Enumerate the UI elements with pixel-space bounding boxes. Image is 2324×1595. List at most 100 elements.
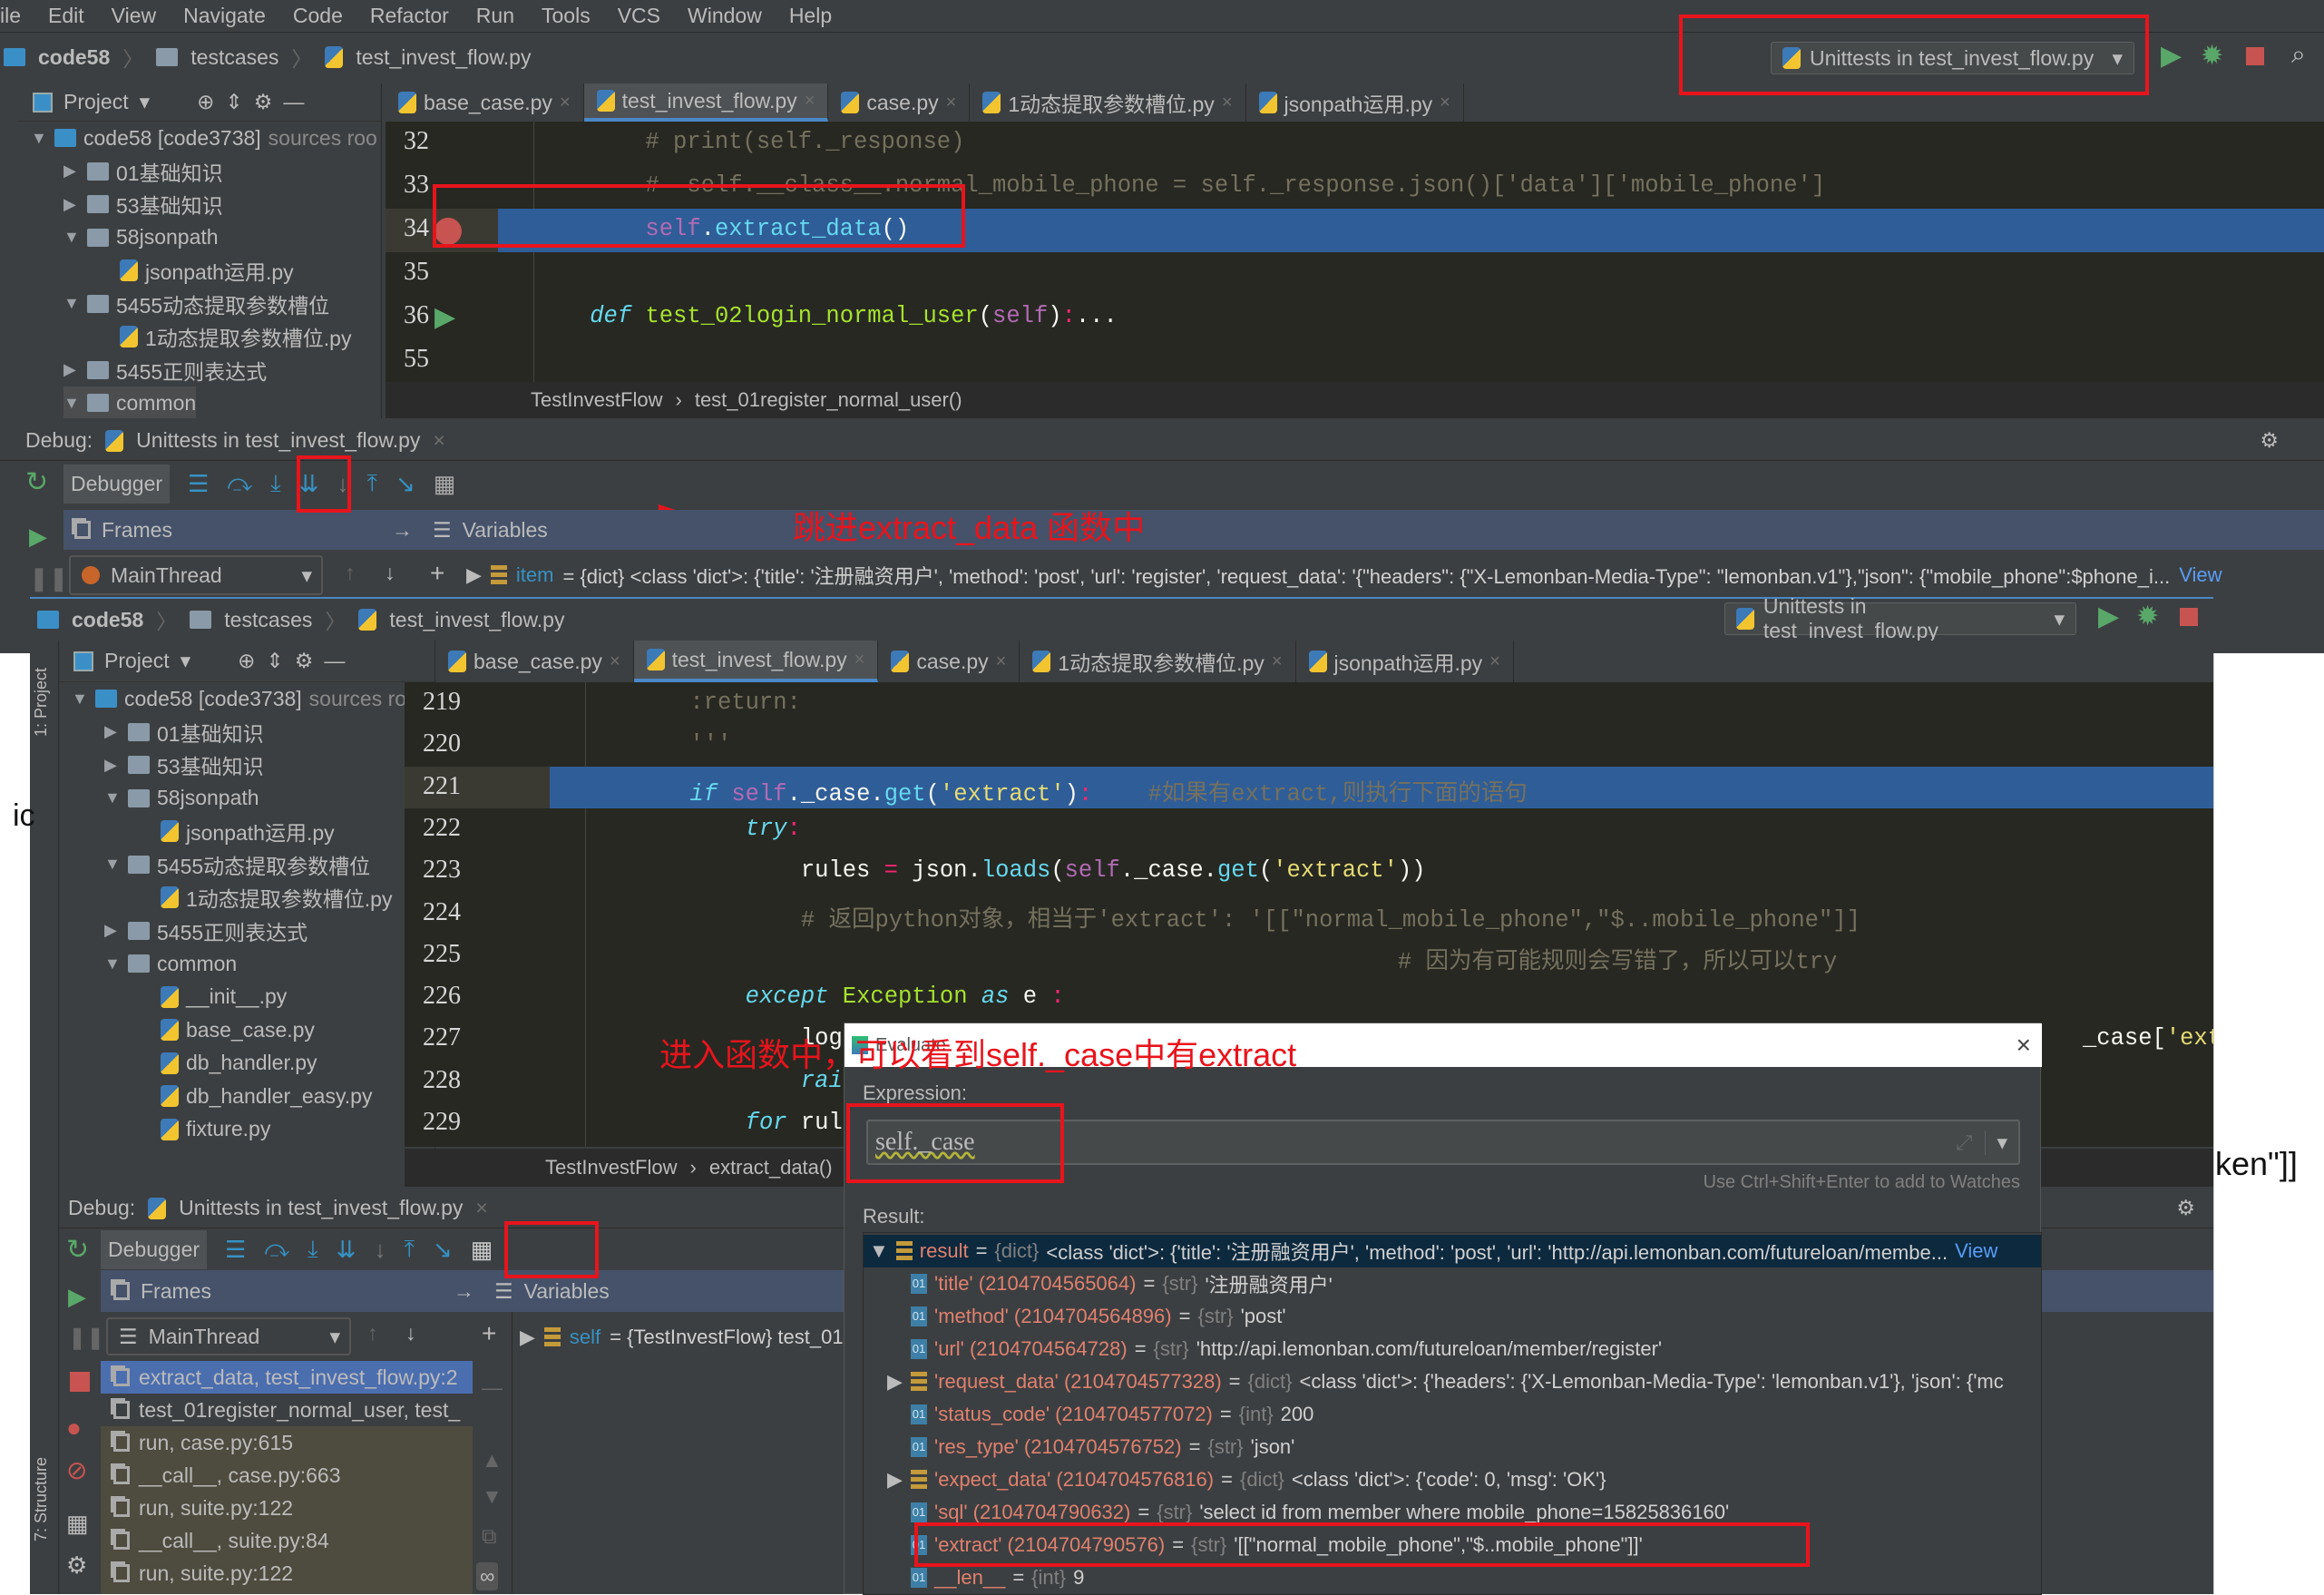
thread-selector[interactable]: ☰ MainThread ▾ [106, 1317, 351, 1355]
editor-tab[interactable]: base_case.py × [386, 83, 584, 122]
gear-icon[interactable]: ⚙ [2176, 1196, 2195, 1220]
breadcrumb-method[interactable]: test_01register_normal_user() [695, 388, 962, 412]
locate-icon[interactable]: ⊕ [238, 649, 255, 673]
close-icon[interactable]: × [433, 428, 444, 453]
step-over-icon[interactable]: ⤼ [264, 1235, 289, 1264]
resume-icon[interactable]: ▶ [29, 523, 47, 551]
close-icon[interactable]: × [854, 650, 865, 670]
menu-item-tools[interactable]: Tools [542, 4, 591, 28]
menu-item-run[interactable]: Run [476, 4, 514, 28]
result-item-row[interactable]: 01 __len__ = {int} 9 [864, 1561, 2041, 1594]
breadcrumb-class[interactable]: TestInvestFlow [545, 1156, 678, 1179]
menu-item-window[interactable]: Window [688, 4, 762, 28]
tree-item[interactable]: jsonpath运用.py [96, 254, 294, 287]
project-tool-button[interactable]: 1: Project [32, 668, 51, 737]
step-out-icon[interactable]: ⤒ [404, 1235, 415, 1264]
breadcrumb-folder[interactable]: testcases [224, 608, 312, 632]
add-watch-icon[interactable]: + [482, 1319, 496, 1348]
breakpoint-icon[interactable] [435, 218, 462, 245]
tree-item[interactable]: ▶ 01基础知识 [63, 155, 223, 188]
expression-input[interactable]: self._case ⤢ ▾ [866, 1120, 2020, 1165]
menu-item-edit[interactable]: Edit [48, 4, 84, 28]
evaluate-expression-icon[interactable]: ▦ [471, 1236, 493, 1264]
structure-tool-button[interactable]: 7: Structure [32, 1457, 51, 1541]
rerun-icon[interactable]: ↻ [66, 1234, 89, 1266]
chevron-down-icon[interactable]: ▼ [72, 690, 88, 709]
tree-item[interactable]: base_case.py [137, 1013, 315, 1046]
run-to-cursor-icon[interactable]: ↘ [395, 470, 415, 498]
breadcrumb-file[interactable]: test_invest_flow.py [389, 608, 564, 632]
tree-item[interactable]: ▶ 53基础知识 [63, 188, 223, 220]
editor-tab[interactable]: case.py × [828, 83, 971, 122]
frame-row[interactable]: __call__, suite.py:84 [101, 1524, 473, 1557]
menu-item-vcs[interactable]: VCS [618, 4, 660, 28]
chevron-right-icon[interactable]: ▶ [63, 195, 80, 214]
editor-tab[interactable]: jsonpath运用.py × [1296, 641, 1514, 682]
frame-row[interactable]: run, suite.py:122 [101, 1557, 473, 1590]
close-icon[interactable]: × [1222, 93, 1233, 113]
frame-row[interactable]: __call__, case.py:663 [101, 1459, 473, 1492]
close-icon[interactable]: × [610, 651, 620, 672]
expand-icon[interactable]: ▶ [887, 1468, 903, 1492]
arrow-down-icon[interactable]: ↓ [405, 1321, 416, 1345]
tree-item[interactable]: ▼ code58 [code3738] sources roo [31, 122, 377, 154]
expand-icon[interactable]: ▶ [466, 563, 482, 587]
view-breakpoints-icon[interactable]: ● [66, 1414, 82, 1443]
gear-icon[interactable]: ⚙ [2260, 428, 2279, 453]
tree-item[interactable]: ▶ 01基础知识 [104, 716, 264, 749]
layout-icon[interactable]: ☰ [188, 470, 209, 498]
layout-icon[interactable]: ☰ [225, 1236, 246, 1264]
run-icon[interactable]: ▶ [2098, 601, 2119, 632]
tree-item[interactable]: db_handler_easy.py [137, 1080, 372, 1112]
arrow-up-icon[interactable]: ↑ [345, 561, 356, 585]
tree-item[interactable]: ▶ 5455正则表达式 [63, 354, 267, 387]
run-config-dropdown[interactable]: Unittests in test_invest_flow.py ▾ [1771, 42, 2134, 74]
chevron-down-icon[interactable]: ▼ [104, 788, 121, 807]
result-item-row[interactable]: 01 'status_code' (2104704577072) = {int} 200 [864, 1398, 2041, 1431]
chevron-down-icon[interactable]: ▼ [31, 129, 47, 148]
collapse-icon[interactable]: ▼ [869, 1239, 889, 1263]
tree-item[interactable]: ▼ common [104, 947, 237, 980]
force-step-into-icon[interactable]: ↓ [337, 470, 348, 498]
resume-icon[interactable]: ▶ [68, 1283, 86, 1311]
expand-icon[interactable]: ⤢ [1956, 1130, 1972, 1155]
chevron-down-icon[interactable]: ▼ [104, 855, 121, 874]
result-item-row[interactable]: ▶ 'request_data' (2104704577328) = {dict} <c… [864, 1365, 2041, 1398]
menu-item-code[interactable]: Code [293, 4, 343, 28]
step-out-icon[interactable]: ⤒ [366, 469, 377, 498]
chevron-right-icon[interactable]: ▶ [104, 756, 121, 775]
close-icon[interactable]: × [996, 651, 1007, 672]
project-view-selector[interactable]: Project [104, 649, 170, 673]
frame-row[interactable]: run, case.py:615 [101, 1426, 473, 1459]
editor-tab[interactable]: case.py × [878, 641, 1020, 682]
editor-tab[interactable]: 1动态提取参数槽位.py × [1020, 641, 1296, 682]
add-watch-icon[interactable]: + [430, 559, 444, 588]
show-watches-icon[interactable]: ∞ [476, 1562, 499, 1590]
step-into-icon[interactable]: ⤓ [270, 469, 281, 498]
tree-item[interactable]: 1动态提取参数槽位.py [96, 320, 351, 353]
result-item-row[interactable]: 01 'title' (2104704565064) = {str} '注册融资用户' [864, 1267, 2041, 1300]
chevron-down-icon[interactable]: ▼ [104, 954, 121, 974]
close-icon[interactable]: × [1440, 93, 1450, 113]
gear-icon[interactable]: ⚙ [295, 649, 314, 673]
breadcrumb-project[interactable]: code58 [72, 608, 143, 632]
result-item-row[interactable]: 01 'extract' (2104704790576) = {str} '[["nor… [864, 1529, 2041, 1561]
variable-row[interactable]: ▶ item = {dict} <class 'dict'>: {'title'… [466, 557, 2324, 593]
close-icon[interactable]: × [1272, 651, 1283, 672]
breadcrumb-class[interactable]: TestInvestFlow [531, 388, 663, 412]
collapse-icon[interactable]: ⇕ [266, 649, 283, 673]
history-dropdown-icon[interactable]: ▾ [1985, 1130, 2018, 1155]
tree-item[interactable]: ▶ 5455正则表达式 [104, 915, 308, 947]
result-item-row[interactable]: ▶ 'expect_data' (2104704576816) = {dict} <cl… [864, 1463, 2041, 1496]
menu-item-refactor[interactable]: Refactor [370, 4, 449, 28]
chevron-down-icon[interactable]: ▾ [140, 90, 151, 114]
result-item-row[interactable]: 01 'sql' (2104704790632) = {str} 'select id … [864, 1496, 2041, 1529]
result-item-row[interactable]: 01 'method' (2104704564896) = {str} 'post' [864, 1300, 2041, 1333]
layout-icon[interactable]: ▦ [66, 1510, 89, 1538]
move-up-icon[interactable]: ▲ [482, 1448, 503, 1473]
close-icon[interactable]: × [2016, 1031, 2031, 1060]
close-icon[interactable]: × [1489, 651, 1500, 672]
run-config-dropdown[interactable]: Unittests in test_invest_flow.py ▾ [1724, 594, 2076, 642]
tree-item[interactable]: db_handler.py [137, 1047, 317, 1080]
pause-icon[interactable]: ❚❚ [68, 1325, 104, 1351]
